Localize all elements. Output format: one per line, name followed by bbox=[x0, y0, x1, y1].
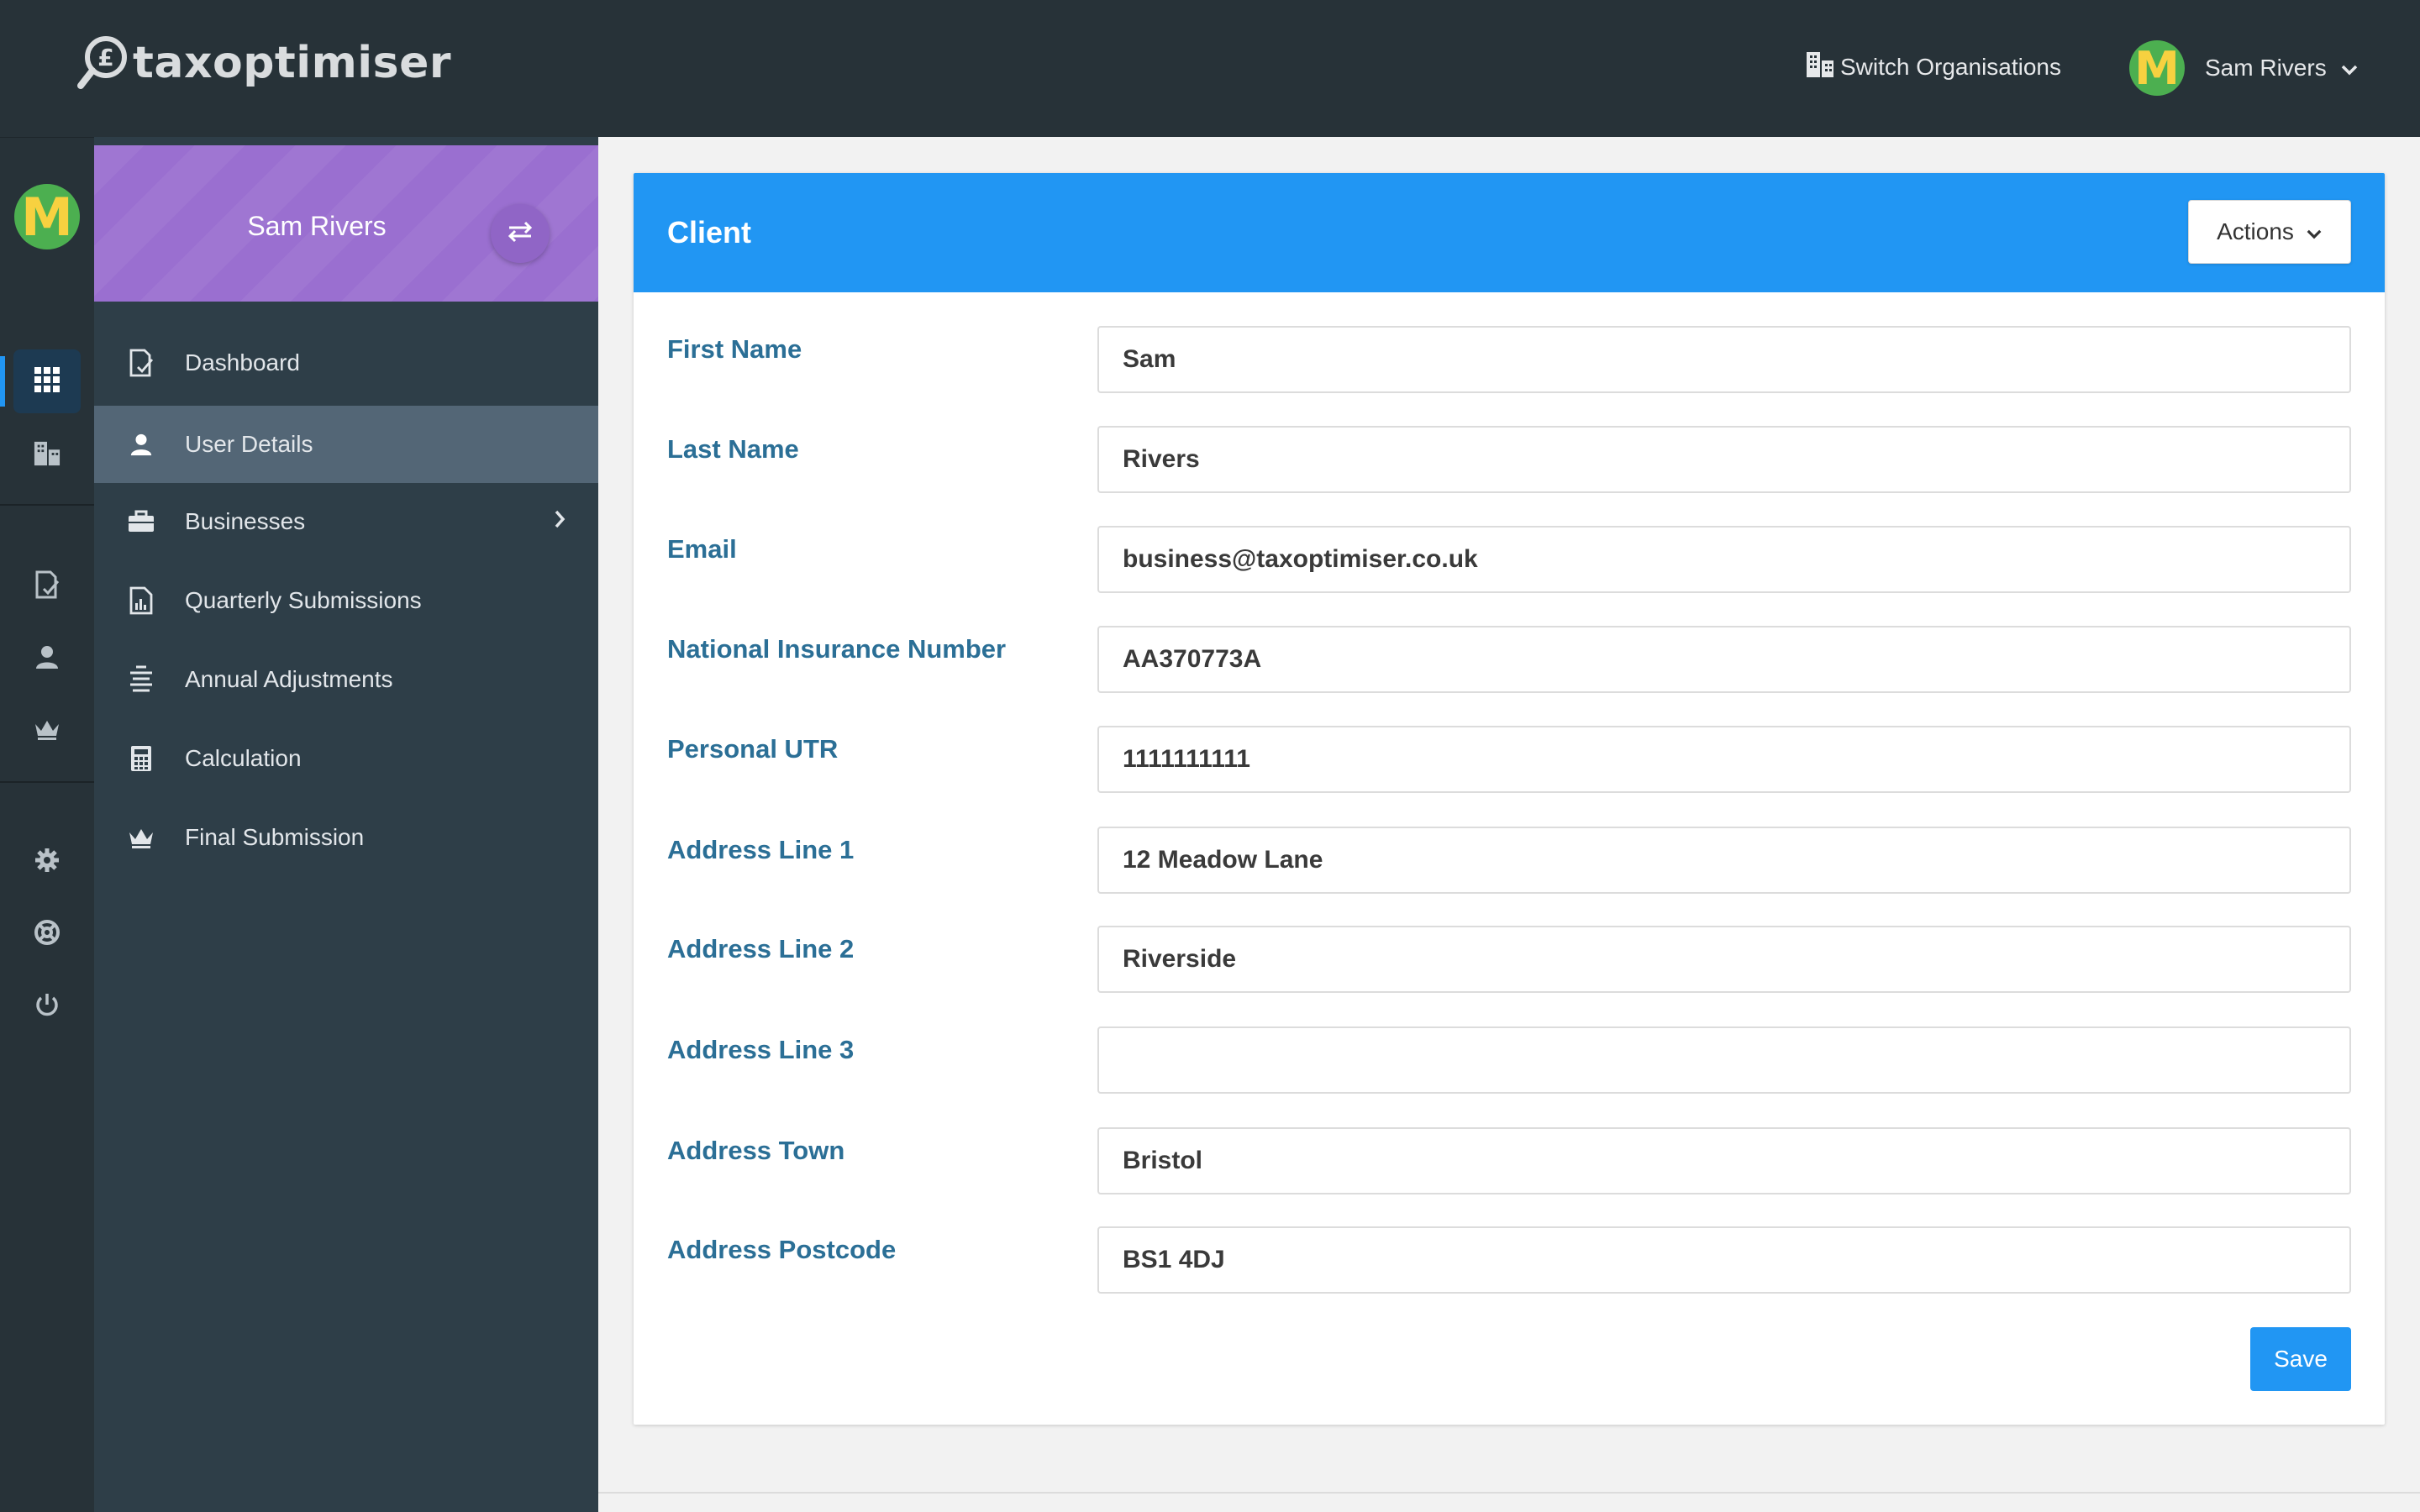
rail-avatar[interactable]: M bbox=[14, 184, 80, 249]
rail-user-button[interactable] bbox=[13, 627, 81, 690]
calculator-icon bbox=[124, 742, 158, 775]
form-row-address-line-1: Address Line 1 bbox=[634, 827, 2385, 894]
power-icon bbox=[34, 991, 60, 1022]
form-row-national-insurance-number: National Insurance Number bbox=[634, 626, 2385, 693]
sidebar: Sam Rivers Dashboard User Details Busine… bbox=[94, 137, 598, 1512]
sidebar-item-label: Calculation bbox=[185, 745, 302, 771]
form-row-address-line-2: Address Line 2 bbox=[634, 926, 2385, 993]
last-name-field[interactable] bbox=[1097, 426, 2351, 493]
last-name-label: Last Name bbox=[667, 434, 799, 464]
apps-grid-icon bbox=[33, 365, 61, 398]
national-insurance-number-label: National Insurance Number bbox=[667, 634, 1007, 664]
document-check-icon bbox=[124, 346, 158, 380]
switch-client-button[interactable] bbox=[491, 204, 550, 263]
email-label: Email bbox=[667, 534, 737, 564]
national-insurance-number-field[interactable] bbox=[1097, 626, 2351, 693]
first-name-label: First Name bbox=[667, 334, 802, 364]
svg-text:£: £ bbox=[97, 44, 113, 71]
address-line-1-field[interactable] bbox=[1097, 827, 2351, 894]
card-title: Client bbox=[667, 215, 752, 249]
rail-final-submission-button[interactable] bbox=[13, 699, 81, 763]
chevron-down-icon bbox=[2327, 55, 2359, 81]
briefcase-icon bbox=[124, 505, 158, 538]
email-field[interactable] bbox=[1097, 526, 2351, 593]
sidebar-item-calculation[interactable]: Calculation bbox=[94, 720, 598, 797]
actions-dropdown-button[interactable]: Actions bbox=[2188, 200, 2351, 264]
address-line-2-label: Address Line 2 bbox=[667, 934, 855, 963]
sidebar-item-label: Final Submission bbox=[185, 824, 365, 850]
pound-magnifier-icon: £ bbox=[76, 34, 129, 92]
sidebar-item-annual-adjustments[interactable]: Annual Adjustments bbox=[94, 641, 598, 718]
form-row-address-town: Address Town bbox=[634, 1127, 2385, 1194]
form-row-address-postcode: Address Postcode bbox=[634, 1226, 2385, 1294]
document-check-icon bbox=[34, 570, 60, 603]
rail-help-button[interactable] bbox=[13, 902, 81, 966]
form-row-personal-utr: Personal UTR bbox=[634, 726, 2385, 793]
address-line-1-label: Address Line 1 bbox=[667, 835, 855, 864]
address-postcode-label: Address Postcode bbox=[667, 1235, 897, 1264]
sidebar-item-label: Businesses bbox=[185, 508, 306, 534]
sidebar-header: Sam Rivers bbox=[94, 145, 598, 302]
list-icon bbox=[124, 663, 158, 696]
form-row-first-name: First Name bbox=[634, 326, 2385, 393]
save-button[interactable]: Save bbox=[2250, 1327, 2351, 1391]
user-name: Sam Rivers bbox=[2205, 55, 2327, 81]
sidebar-item-label: User Details bbox=[185, 431, 313, 457]
sidebar-item-final-submission[interactable]: Final Submission bbox=[94, 799, 598, 876]
building-icon bbox=[1805, 50, 1840, 85]
card-header: Client Actions bbox=[634, 173, 2385, 292]
form-row-last-name: Last Name bbox=[634, 426, 2385, 493]
sidebar-item-label: Annual Adjustments bbox=[185, 666, 393, 692]
sidebar-item-label: Quarterly Submissions bbox=[185, 587, 422, 613]
sidebar-client-name: Sam Rivers bbox=[247, 211, 387, 241]
form-row-address-line-3: Address Line 3 bbox=[634, 1026, 2385, 1094]
actions-label: Actions bbox=[2217, 218, 2294, 244]
crown-icon bbox=[34, 717, 60, 745]
chevron-down-icon bbox=[2294, 218, 2323, 245]
swap-arrows-icon bbox=[507, 221, 534, 247]
form-row-email: Email bbox=[634, 526, 2385, 593]
address-town-field[interactable] bbox=[1097, 1127, 2351, 1194]
top-bar: £ taxoptimiser Switch Organisations M Sa… bbox=[0, 0, 2420, 137]
icon-rail: M bbox=[0, 137, 94, 1512]
rail-dashboard-button[interactable] bbox=[13, 554, 81, 618]
footer-divider bbox=[598, 1492, 2420, 1494]
client-card: Client Actions First Name Last Name Emai… bbox=[634, 173, 2385, 1425]
rail-logout-button[interactable] bbox=[13, 974, 81, 1038]
switch-organisations-label: Switch Organisations bbox=[1840, 54, 2062, 80]
building-icon bbox=[33, 440, 61, 471]
sidebar-item-businesses[interactable]: Businesses bbox=[94, 483, 598, 560]
gear-icon bbox=[34, 847, 60, 878]
brand-name: taxoptimiser bbox=[133, 38, 451, 88]
address-postcode-field[interactable] bbox=[1097, 1226, 2351, 1294]
avatar: M bbox=[2129, 40, 2185, 96]
user-menu[interactable]: M Sam Rivers bbox=[2129, 40, 2359, 96]
address-line-3-field[interactable] bbox=[1097, 1026, 2351, 1094]
sidebar-item-quarterly-submissions[interactable]: Quarterly Submissions bbox=[94, 562, 598, 639]
brand-logo[interactable]: £ taxoptimiser bbox=[76, 34, 451, 92]
personal-utr-label: Personal UTR bbox=[667, 734, 839, 764]
rail-apps-button[interactable] bbox=[0, 349, 81, 413]
switch-organisations-link[interactable]: Switch Organisations bbox=[1805, 49, 2061, 86]
rail-divider bbox=[0, 781, 94, 783]
address-line-3-label: Address Line 3 bbox=[667, 1035, 855, 1064]
address-line-2-field[interactable] bbox=[1097, 926, 2351, 993]
first-name-field[interactable] bbox=[1097, 326, 2351, 393]
crown-icon bbox=[124, 821, 158, 854]
personal-utr-field[interactable] bbox=[1097, 726, 2351, 793]
sidebar-item-label: Dashboard bbox=[185, 349, 300, 375]
chevron-right-icon bbox=[553, 508, 566, 536]
address-town-label: Address Town bbox=[667, 1136, 845, 1165]
report-icon bbox=[124, 584, 158, 617]
rail-divider bbox=[0, 504, 94, 506]
sidebar-item-dashboard[interactable]: Dashboard bbox=[94, 324, 598, 402]
sidebar-item-user-details[interactable]: User Details bbox=[94, 406, 598, 483]
user-icon bbox=[34, 644, 60, 674]
rail-settings-button[interactable] bbox=[13, 830, 81, 894]
lifebuoy-icon bbox=[34, 919, 60, 950]
rail-organisations-button[interactable] bbox=[13, 423, 81, 487]
user-icon bbox=[124, 428, 158, 461]
